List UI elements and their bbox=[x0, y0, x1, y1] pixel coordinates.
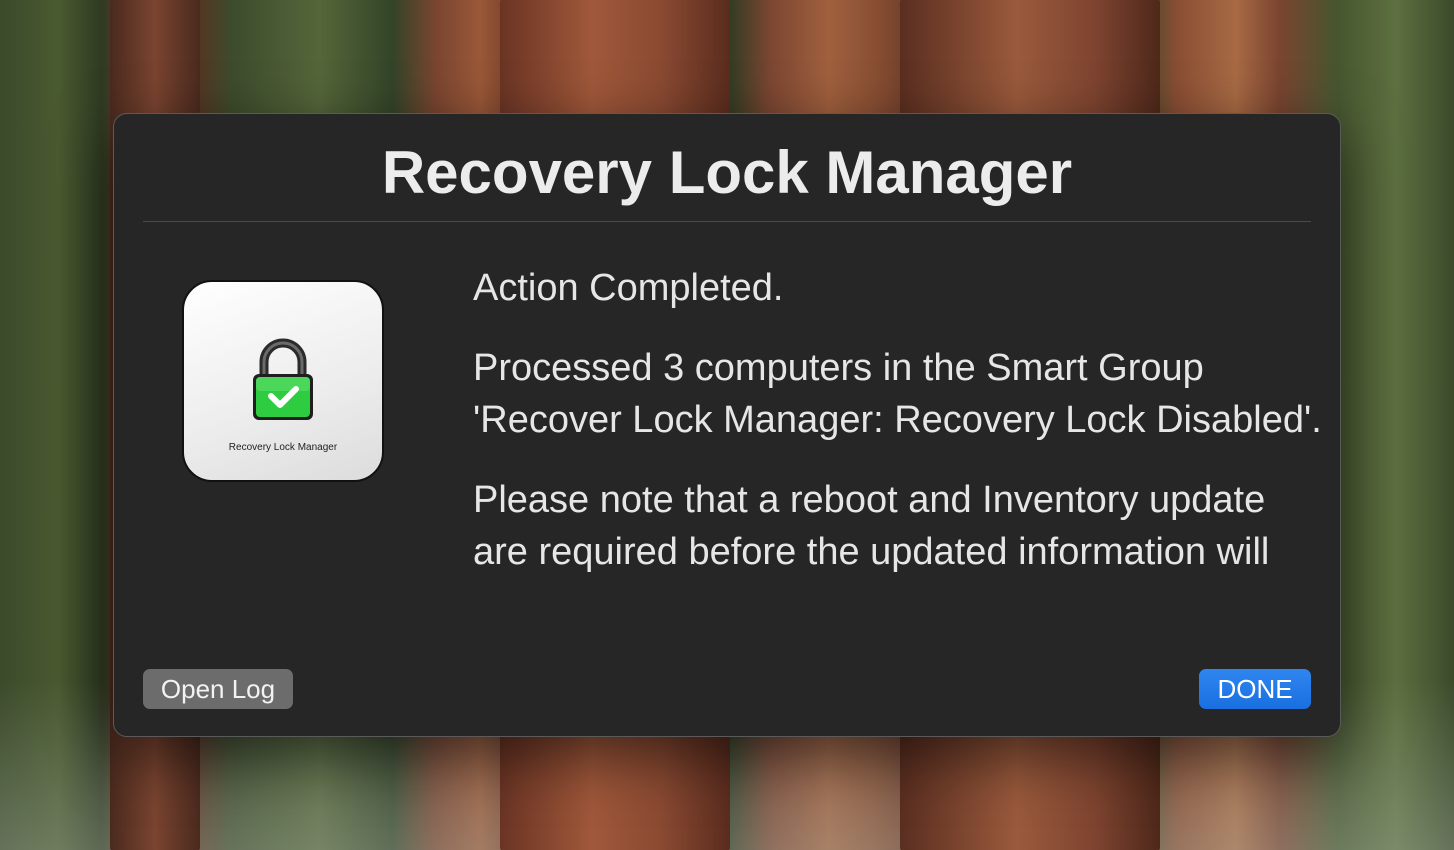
message-status: Action Completed. bbox=[473, 267, 784, 309]
message-note: Please note that a reboot and Inventory … bbox=[473, 479, 1270, 573]
open-log-button[interactable]: Open Log bbox=[143, 669, 293, 709]
app-icon: Recovery Lock Manager bbox=[182, 280, 384, 482]
done-button[interactable]: DONE bbox=[1199, 669, 1311, 709]
padlock-checkmark-icon bbox=[253, 338, 313, 420]
message-body: Action Completed. Processed 3 computers … bbox=[473, 262, 1323, 622]
message-summary: Processed 3 computers in the Smart Group… bbox=[473, 347, 1322, 441]
dialog-title: Recovery Lock Manager bbox=[381, 139, 1073, 206]
title-divider bbox=[143, 221, 1311, 222]
app-icon-caption: Recovery Lock Manager bbox=[228, 442, 338, 453]
recovery-lock-dialog: Recovery Lock Manager Recovery Lock Mana… bbox=[113, 113, 1341, 737]
